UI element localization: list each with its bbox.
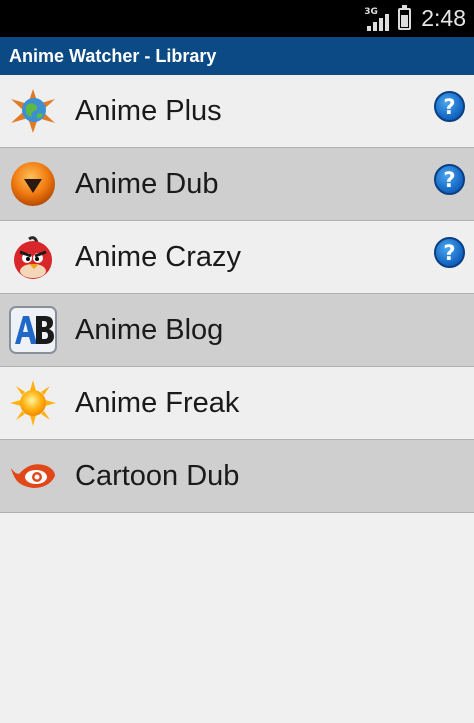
app-title-bar: Anime Watcher - Library — [0, 37, 474, 75]
library-item-anime-crazy[interactable]: Anime Crazy ? — [0, 221, 474, 294]
library-item-anime-freak[interactable]: Anime Freak — [0, 367, 474, 440]
library-list: Anime Plus ? Anime Dub ? Anime Crazy ? A… — [0, 75, 474, 513]
status-icons: 3G 2:48 — [364, 0, 466, 37]
library-item-cartoon-dub[interactable]: Cartoon Dub — [0, 440, 474, 513]
orange-play-icon — [9, 160, 57, 208]
sun-icon — [9, 379, 57, 427]
help-icon[interactable]: ? — [434, 164, 465, 195]
library-item-label: Cartoon Dub — [75, 460, 240, 492]
battery-icon — [398, 4, 412, 30]
library-item-anime-blog[interactable]: Anime Blog — [0, 294, 474, 367]
status-bar: 3G 2:48 — [0, 0, 474, 37]
red-bird-icon — [9, 233, 57, 281]
library-item-anime-dub[interactable]: Anime Dub ? — [0, 148, 474, 221]
globe-star-icon — [9, 87, 57, 135]
help-icon[interactable]: ? — [434, 237, 465, 268]
library-item-label: Anime Plus — [75, 95, 222, 127]
library-item-anime-plus[interactable]: Anime Plus ? — [0, 75, 474, 148]
clock: 2:48 — [421, 5, 466, 31]
library-item-label: Anime Dub — [75, 168, 219, 200]
help-icon[interactable]: ? — [434, 91, 465, 122]
signal-3g-icon: 3G — [364, 5, 390, 33]
ab-letters-icon — [9, 306, 57, 354]
library-item-label: Anime Crazy — [75, 241, 241, 273]
red-eye-icon — [9, 452, 57, 500]
library-item-label: Anime Freak — [75, 387, 240, 419]
app-title: Anime Watcher - Library — [9, 45, 217, 66]
library-item-label: Anime Blog — [75, 314, 224, 346]
